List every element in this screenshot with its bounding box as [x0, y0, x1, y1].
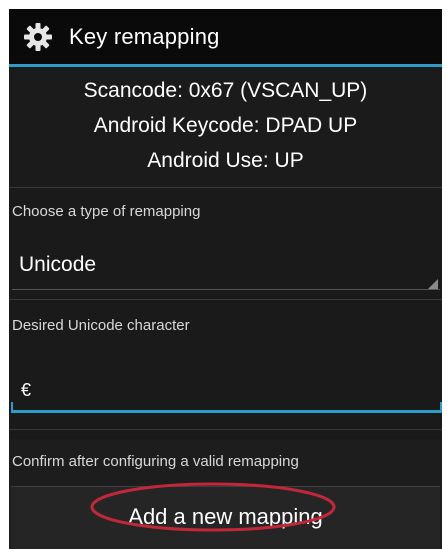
input-underline	[11, 410, 442, 413]
add-mapping-button-label: Add a new mapping	[128, 504, 323, 529]
scancode-text: Scancode: 0x67 (VSCAN_UP)	[83, 79, 368, 102]
dropdown-arrow-icon	[428, 279, 438, 289]
gear-icon	[23, 22, 53, 52]
remap-type-selected: Unicode	[19, 253, 97, 276]
window-title: Key remapping	[69, 24, 220, 49]
spinner-underline	[12, 289, 440, 290]
remap-type-spinner[interactable]: Unicode	[9, 241, 440, 291]
confirm-hint: Confirm after configuring a valid remapp…	[12, 453, 299, 470]
remap-type-label: Choose a type of remapping	[12, 203, 201, 220]
divider	[9, 187, 442, 188]
android-keycode-text: Android Keycode: DPAD UP	[93, 114, 358, 137]
unicode-char-input[interactable]: €	[9, 365, 442, 415]
android-use-text: Android Use: UP	[147, 149, 304, 172]
divider	[9, 429, 442, 430]
title-bar: Key remapping	[9, 9, 442, 64]
unicode-char-value: €	[21, 380, 32, 400]
key-info-block: Scancode: 0x67 (VSCAN_UP) Android Keycod…	[9, 67, 442, 187]
unicode-char-label: Desired Unicode character	[12, 317, 190, 334]
add-mapping-button[interactable]: Add a new mapping	[11, 486, 440, 549]
app-screen: Key remapping Scancode: 0x67 (VSCAN_UP) …	[9, 9, 442, 549]
divider	[9, 299, 442, 300]
